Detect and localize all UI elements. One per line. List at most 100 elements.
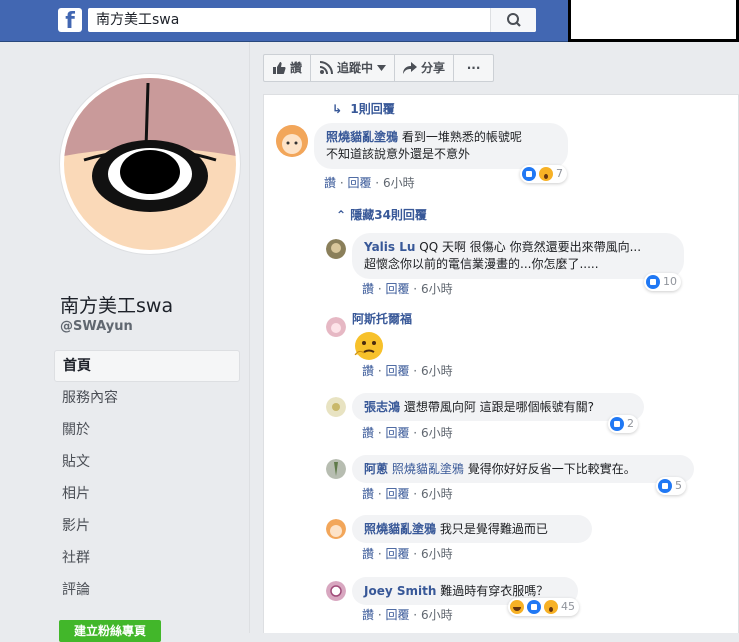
create-page-button[interactable]: 建立粉絲專頁 (59, 620, 161, 642)
facebook-logo[interactable]: f (58, 8, 82, 32)
hide-replies-label: 隱藏34則回覆 (350, 208, 427, 222)
rss-icon (319, 61, 334, 75)
comment-text: 難過時有穿衣服嗎？ (440, 584, 549, 598)
profile-illustration (64, 78, 236, 250)
reply-link[interactable]: 回覆 (347, 176, 371, 190)
page-handle[interactable]: @SWAyun (60, 318, 133, 336)
comment-time[interactable]: 6小時 (383, 176, 415, 190)
following-label: 追蹤中 (337, 61, 374, 75)
commenter-avatar[interactable] (276, 125, 308, 157)
mentioned-user-link[interactable]: 照燒貓亂塗鴉 (392, 462, 464, 476)
reaction-count-value: 5 (675, 479, 682, 492)
reaction-count[interactable]: 45 (508, 598, 579, 616)
commenter-avatar[interactable] (326, 239, 346, 259)
reaction-count-value: 10 (663, 275, 677, 288)
like-comment-link[interactable]: 讚 (362, 426, 374, 440)
caret-down-icon (377, 65, 387, 71)
reaction-count[interactable]: 7 (520, 165, 567, 183)
like-comment-link[interactable]: 讚 (362, 487, 374, 501)
reaction-count-value: 7 (556, 167, 563, 180)
comment-actions: 讚 · 回覆 · 6小時 (362, 282, 453, 296)
comment-bubble: Yalis Lu QQ 天啊 很傷心 你竟然還要出來帶風向... 超懷念你以前的… (352, 233, 684, 279)
comment-time[interactable]: 6小時 (421, 282, 453, 296)
sidebar-item-about[interactable]: 關於 (54, 414, 240, 446)
chevron-up-icon: ⌃ (336, 208, 351, 222)
sidebar-item-reviews[interactable]: 評論 (54, 574, 240, 606)
sidebar-nav: 首頁 服務內容 關於 貼文 相片 影片 社群 評論 (54, 350, 240, 606)
commenter-name[interactable]: 張志鴻 (364, 400, 400, 414)
wow-reaction-icon (544, 600, 558, 614)
commenter-avatar[interactable] (326, 317, 346, 337)
comment-time[interactable]: 6小時 (421, 487, 453, 501)
following-button[interactable]: 追蹤中 (311, 54, 396, 82)
view-replies-link[interactable]: ↳ 1則回覆 (332, 101, 395, 117)
like-reaction-icon (658, 479, 672, 493)
comment-actions: 讚 · 回覆 · 6小時 (362, 487, 453, 501)
comment-text: QQ 天啊 很傷心 你竟然還要出來帶風向... (419, 240, 642, 254)
share-icon (403, 62, 418, 74)
comment-bubble: 照燒貓亂塗鴉 我只是覺得難過而已 (352, 515, 592, 543)
like-page-label: 讚 (290, 61, 303, 75)
comment-actions: 讚 · 回覆 · 6小時 (362, 608, 453, 622)
sidebar-item-photos[interactable]: 相片 (54, 478, 240, 510)
sidebar-item-community[interactable]: 社群 (54, 542, 240, 574)
comment-text: 超懷念你以前的電信業漫畫的...你怎麼了..... (364, 257, 599, 271)
comment-time[interactable]: 6小時 (421, 608, 453, 622)
reply-link[interactable]: 回覆 (385, 608, 409, 622)
comment-actions: 讚 · 回覆 · 6小時 (362, 426, 453, 440)
comment-time[interactable]: 6小時 (421, 426, 453, 440)
comment-bubble: 照燒貓亂塗鴉 看到一堆熟悉的帳號呢 不知道該說意外還是不意外 (314, 123, 568, 169)
reply-link[interactable]: 回覆 (385, 282, 409, 296)
commenter-name[interactable]: 阿斯托爾福 (352, 311, 412, 327)
commenter-avatar[interactable] (326, 397, 346, 417)
reply-link[interactable]: 回覆 (385, 487, 409, 501)
sidebar-item-posts[interactable]: 貼文 (54, 446, 240, 478)
hide-replies-link[interactable]: ⌃ 隱藏34則回覆 (336, 207, 427, 223)
like-comment-link[interactable]: 讚 (362, 608, 374, 622)
comment-time[interactable]: 6小時 (421, 547, 453, 561)
like-comment-link[interactable]: 讚 (362, 547, 374, 561)
comment-text: 覺得你好好反省一下比較實在。 (467, 462, 636, 476)
profile-picture[interactable] (60, 74, 240, 254)
reaction-count[interactable]: 5 (656, 477, 686, 495)
comment-thread-card: ↳ 1則回覆 照燒貓亂塗鴉 看到一堆熟悉的帳號呢 不知道該說意外還是不意外 7 … (263, 94, 739, 633)
reaction-count[interactable]: 2 (608, 415, 638, 433)
like-comment-link[interactable]: 讚 (324, 176, 336, 190)
sidebar-item-videos[interactable]: 影片 (54, 510, 240, 542)
like-comment-link[interactable]: 讚 (362, 364, 374, 378)
share-button[interactable]: 分享 (395, 54, 455, 82)
more-icon: ··· (466, 61, 481, 75)
commenter-avatar[interactable] (326, 519, 346, 539)
commenter-name[interactable]: Joey Smith (364, 584, 436, 598)
search-input[interactable] (88, 8, 490, 32)
sidebar-item-home[interactable]: 首頁 (54, 350, 240, 382)
thumbs-up-icon (273, 62, 286, 74)
commenter-name[interactable]: Yalis Lu (364, 240, 415, 254)
page-action-bar: 讚 追蹤中 分享 ··· (263, 54, 495, 82)
comment-text: 我只是覺得難過而已 (439, 522, 548, 536)
search-icon (507, 13, 521, 27)
like-page-button[interactable]: 讚 (263, 54, 312, 82)
commenter-avatar[interactable] (326, 459, 346, 479)
reply-link[interactable]: 回覆 (385, 364, 409, 378)
comment-bubble: 張志鴻 還想帶風向阿 這跟是哪個帳號有關? (352, 393, 644, 421)
comment-time[interactable]: 6小時 (421, 364, 453, 378)
like-comment-link[interactable]: 讚 (362, 282, 374, 296)
reaction-count[interactable]: 10 (644, 273, 681, 291)
share-label: 分享 (421, 61, 446, 75)
like-reaction-icon (527, 600, 541, 614)
reply-link[interactable]: 回覆 (385, 426, 409, 440)
search-button[interactable] (490, 8, 536, 32)
commenter-name[interactable]: 照燒貓亂塗鴉 (364, 522, 436, 536)
more-options-button[interactable]: ··· (454, 54, 495, 82)
reply-link[interactable]: 回覆 (385, 547, 409, 561)
commenter-name[interactable]: 照燒貓亂塗鴉 (326, 130, 398, 144)
page-sidebar: 南方美工swa @SWAyun 首頁 服務內容 關於 貼文 相片 影片 社群 評… (0, 42, 250, 642)
comment-actions: 讚 · 回覆 · 6小時 (362, 547, 453, 561)
thinking-face-sticker (352, 331, 386, 361)
page-name: 南方美工swa (60, 295, 174, 317)
commenter-avatar[interactable] (326, 581, 346, 601)
view-replies-label: 1則回覆 (350, 102, 395, 116)
sidebar-item-services[interactable]: 服務內容 (54, 382, 240, 414)
commenter-name[interactable]: 阿蔥 (364, 462, 388, 476)
